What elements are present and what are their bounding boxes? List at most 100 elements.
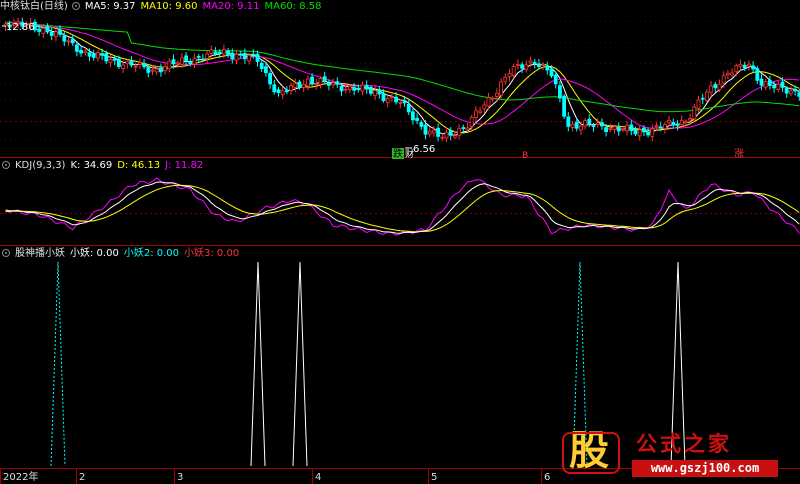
candle-body	[91, 53, 96, 58]
candle-body	[549, 68, 554, 77]
candle-body	[570, 123, 575, 128]
candle-body	[238, 53, 243, 56]
candle-body	[293, 83, 298, 89]
candle-body	[394, 96, 399, 103]
candle-body	[339, 85, 344, 92]
candle-body	[436, 127, 441, 137]
candle-body	[117, 58, 121, 67]
moving-average-lines	[5, 21, 800, 136]
candle-body	[79, 49, 83, 54]
candle-body	[562, 95, 566, 117]
candle-body	[444, 131, 449, 139]
candle-body	[406, 103, 411, 113]
candle-body	[70, 38, 75, 44]
candle-body	[713, 84, 718, 89]
candle-body	[192, 57, 197, 65]
cai-marker: 财	[405, 148, 414, 160]
candle-body	[520, 64, 524, 69]
candle-body	[448, 129, 453, 136]
rise-marker: 涨	[734, 148, 744, 160]
candle-body	[179, 57, 184, 65]
watermark-url: www.gszj100.com	[632, 460, 778, 477]
candle-body	[751, 65, 755, 70]
candle-body	[688, 118, 692, 121]
candle-body	[679, 119, 684, 126]
candle-body	[251, 53, 256, 56]
candle-body	[326, 82, 331, 86]
candle-body	[499, 81, 504, 96]
candle-body	[213, 51, 218, 55]
candle-body	[209, 49, 214, 54]
candle-body	[37, 28, 41, 32]
candle-body	[427, 130, 432, 135]
candle-body	[154, 68, 159, 73]
candle-body	[200, 58, 205, 61]
candle-body	[780, 81, 785, 88]
candle-body	[516, 64, 520, 66]
candle-body	[415, 117, 420, 121]
candle-body	[402, 100, 407, 104]
candle-body	[721, 74, 726, 84]
candle-body	[440, 136, 445, 139]
candle-body	[158, 67, 163, 73]
candle-body	[784, 88, 789, 94]
watermark-name: 公式之家	[636, 432, 732, 456]
candle-body	[537, 63, 541, 68]
candle-body	[263, 66, 268, 74]
x-axis-label: 2	[79, 472, 86, 483]
candle-body	[616, 126, 621, 132]
candle-body	[612, 126, 617, 130]
chart-canvas[interactable]: 12.86 6.56 跌 财 B 涨	[0, 0, 800, 484]
candle-body	[558, 85, 562, 99]
candle-body	[595, 122, 600, 126]
ma10-line	[5, 23, 800, 134]
candle-body	[331, 82, 336, 86]
candle-body	[343, 88, 348, 91]
candle-body	[167, 60, 172, 70]
kdj-lines	[5, 177, 800, 236]
candle-body	[62, 35, 67, 42]
candle-body	[58, 29, 62, 35]
candle-body	[583, 120, 587, 127]
x-axis-label: 5	[431, 472, 438, 483]
candle-body	[419, 122, 424, 127]
candle-body	[759, 78, 764, 86]
candle-body	[692, 106, 697, 120]
candle-body	[226, 50, 231, 56]
candle-body	[335, 81, 340, 85]
candle-body	[221, 49, 226, 55]
candle-body	[642, 127, 646, 133]
candle-body	[217, 51, 222, 54]
candle-body	[469, 117, 474, 127]
candle-body	[646, 131, 650, 136]
candle-body	[125, 60, 130, 65]
candle-body	[637, 129, 642, 137]
candle-body	[385, 98, 390, 103]
candle-body	[482, 104, 487, 110]
candle-body	[545, 66, 550, 71]
candle-body	[104, 52, 109, 62]
candle-body	[133, 65, 138, 68]
candle-body	[247, 54, 252, 62]
candle-body	[675, 123, 680, 126]
candle-body	[600, 122, 604, 127]
candle-body	[461, 127, 466, 129]
high-price-label: 12.86	[6, 22, 35, 33]
candle-body	[423, 124, 428, 135]
x-axis-label: 3	[177, 472, 184, 483]
candle-body	[87, 52, 92, 57]
candle-body	[205, 53, 210, 59]
candle-body	[734, 65, 739, 72]
candle-body	[763, 81, 768, 88]
candle-body	[747, 63, 751, 67]
candle-body	[310, 76, 315, 84]
candle-body	[587, 118, 592, 125]
candle-body	[280, 90, 285, 95]
candle-body	[524, 64, 529, 70]
candle-body	[49, 31, 54, 36]
yao-spike	[50, 261, 66, 467]
candle-body	[473, 110, 478, 118]
candle-body	[591, 125, 596, 128]
candle-body	[629, 124, 634, 132]
candle-body	[717, 83, 722, 91]
